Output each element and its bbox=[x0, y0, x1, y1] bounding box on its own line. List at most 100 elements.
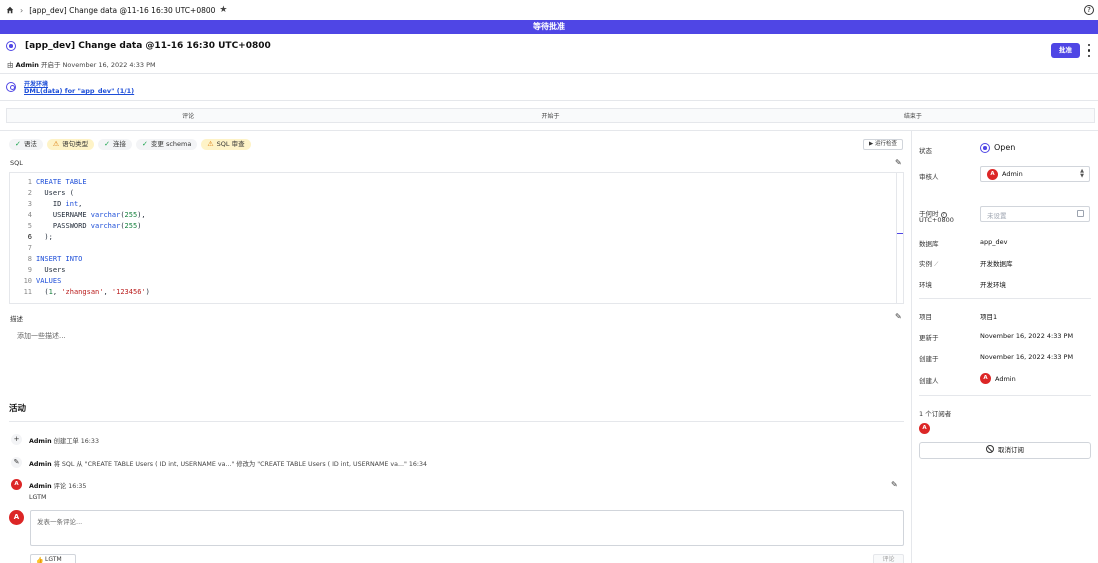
activity-text: 评论 16:35 bbox=[53, 483, 87, 490]
sql-label: SQL bbox=[10, 159, 23, 167]
column-started: 开始于 bbox=[541, 113, 560, 120]
instance-label-text: 实例 bbox=[919, 260, 932, 268]
home-icon[interactable] bbox=[6, 6, 14, 14]
project-label: 项目 bbox=[919, 313, 932, 321]
check-icon: ✓ bbox=[104, 140, 111, 148]
approve-button[interactable]: 批准 bbox=[1051, 43, 1080, 58]
status-value: Open bbox=[994, 143, 1016, 152]
activity-title: 活动 bbox=[9, 404, 27, 414]
avatar: A bbox=[987, 169, 998, 180]
activity-user[interactable]: Admin bbox=[29, 483, 52, 490]
assignee-select[interactable]: A Admin ▲ ▼ bbox=[980, 166, 1090, 182]
line-number: 8 bbox=[27, 255, 32, 263]
lgtm-button[interactable]: 👍 LGTM bbox=[30, 554, 76, 563]
edit-comment-icon[interactable]: ✎ bbox=[891, 481, 899, 489]
activity-item: Admin 创建工单 16:33 bbox=[29, 436, 99, 445]
line-number: 10 bbox=[23, 277, 32, 285]
warning-icon: ⚠ bbox=[207, 140, 214, 148]
database-value[interactable]: app_dev bbox=[980, 238, 1007, 246]
breadcrumb-title: [app_dev] Change data @11-16 16:30 UTC+0… bbox=[29, 5, 216, 15]
check-statement-type[interactable]: ⚠ 语句类型 bbox=[46, 139, 95, 150]
check-list: ✓ 语法 ⚠ 语句类型 ✓ 连接 ✓ 变更 schema ⚠ SQL 审查 bbox=[9, 139, 251, 150]
check-icon: ✓ bbox=[15, 140, 21, 148]
editor-scrollbar[interactable] bbox=[896, 173, 897, 303]
star-icon[interactable]: ★ bbox=[219, 5, 227, 15]
edit-sql-icon[interactable]: ✎ bbox=[895, 159, 903, 167]
line-number: 1 bbox=[27, 178, 32, 186]
lgtm-label: LGTM bbox=[45, 556, 62, 563]
comment-body: LGTM bbox=[29, 494, 47, 501]
line-number: 9 bbox=[27, 266, 32, 274]
help-icon[interactable]: ? bbox=[1084, 5, 1094, 15]
line-number: 3 bbox=[27, 200, 32, 208]
activity-item: Admin 将 SQL 从 "CREATE TABLE Users ( ID i… bbox=[29, 459, 427, 468]
check-label: SQL 审查 bbox=[216, 140, 245, 148]
calendar-icon bbox=[1077, 210, 1084, 217]
run-checks-button[interactable]: ▶ 运行检查 bbox=[863, 139, 903, 150]
description-label: 描述 bbox=[10, 315, 23, 323]
check-label: 变更 schema bbox=[150, 140, 192, 148]
open-status-icon bbox=[980, 143, 990, 153]
open-status-icon bbox=[6, 41, 16, 51]
created-label: 创建于 bbox=[919, 355, 939, 363]
avatar: A bbox=[11, 479, 22, 490]
check-icon: ✓ bbox=[142, 140, 148, 148]
sql-editor[interactable]: 1 CREATE TABLE 2 Users ( 3 ID int, 4 USER… bbox=[9, 172, 904, 304]
check-label: 语句类型 bbox=[62, 140, 89, 148]
subscriber-avatar[interactable]: A bbox=[919, 423, 930, 434]
line-number: 11 bbox=[23, 288, 32, 296]
environment-label: 环境 bbox=[919, 281, 932, 289]
activity-user[interactable]: Admin bbox=[29, 461, 52, 468]
updated-value: November 16, 2022 4:33 PM bbox=[980, 332, 1074, 340]
engine-icon: ⟋ bbox=[934, 261, 939, 268]
creator-value: Admin bbox=[995, 375, 1016, 383]
breadcrumb: › [app_dev] Change data @11-16 16:30 UTC… bbox=[0, 0, 1098, 20]
activity-text: 创建工单 16:33 bbox=[53, 438, 99, 445]
activity-item: Admin 评论 16:35 bbox=[29, 481, 86, 490]
timezone-label: UTC+0800 bbox=[919, 216, 954, 224]
edit-description-icon[interactable]: ✎ bbox=[895, 313, 903, 321]
instance-value[interactable]: 开发数据库 bbox=[980, 258, 1013, 268]
database-label: 数据库 bbox=[919, 240, 939, 248]
line-number: 6 bbox=[27, 233, 32, 241]
unsubscribe-button[interactable]: 取消订阅 bbox=[919, 442, 1091, 459]
task-link[interactable]: DML(data) for "app_dev" (1/1) bbox=[24, 87, 134, 95]
ban-icon bbox=[986, 445, 994, 453]
comment-button[interactable]: 评论 bbox=[873, 554, 904, 563]
check-schema-change[interactable]: ✓ 变更 schema bbox=[136, 139, 198, 150]
divider bbox=[9, 421, 904, 422]
divider bbox=[0, 100, 1098, 101]
project-value[interactable]: 项目1 bbox=[980, 311, 997, 321]
divider bbox=[0, 73, 1098, 74]
activity-user[interactable]: Admin bbox=[29, 438, 52, 445]
description-input[interactable]: 添加一些描述... bbox=[17, 331, 66, 341]
check-sql-review[interactable]: ⚠ SQL 审查 bbox=[201, 139, 251, 150]
avatar: A bbox=[980, 373, 991, 384]
instance-label: 实例 ⟋ bbox=[919, 258, 938, 269]
pencil-icon: ✎ bbox=[11, 457, 22, 468]
editor-cursor-marker bbox=[897, 233, 903, 234]
status-label: 状态 bbox=[919, 147, 932, 155]
line-number: 2 bbox=[27, 189, 32, 197]
check-syntax[interactable]: ✓ 语法 bbox=[9, 139, 43, 150]
environment-value: 开发环境 bbox=[980, 281, 1006, 289]
assignee-value: Admin bbox=[1002, 170, 1023, 178]
comment-input[interactable]: 发表一条评论... bbox=[30, 510, 904, 546]
when-placeholder: 未设置 bbox=[987, 212, 1007, 220]
thumbs-up-icon: 👍 bbox=[36, 557, 44, 563]
divider bbox=[919, 298, 1091, 299]
check-connection[interactable]: ✓ 连接 bbox=[98, 139, 133, 150]
opened-text: 开启于 November 16, 2022 4:33 PM bbox=[40, 61, 156, 69]
issue-meta: 由 Admin 开启于 November 16, 2022 4:33 PM bbox=[7, 59, 156, 69]
divider bbox=[919, 395, 1091, 396]
activity-text: 将 SQL 从 "CREATE TABLE Users ( ID int, US… bbox=[53, 461, 428, 468]
assignee-label: 审核人 bbox=[919, 173, 939, 181]
plus-icon: + bbox=[11, 434, 22, 445]
page-title[interactable]: [app_dev] Change data @11-16 16:30 UTC+0… bbox=[25, 41, 271, 51]
updated-label: 更新于 bbox=[919, 334, 939, 342]
creator-label: 创建人 bbox=[919, 377, 939, 385]
status-banner: 等待批准 bbox=[0, 20, 1098, 34]
more-options-icon[interactable] bbox=[1087, 44, 1091, 57]
when-date-input[interactable]: 未设置 bbox=[980, 206, 1090, 222]
column-comment: 评论 bbox=[182, 113, 195, 120]
